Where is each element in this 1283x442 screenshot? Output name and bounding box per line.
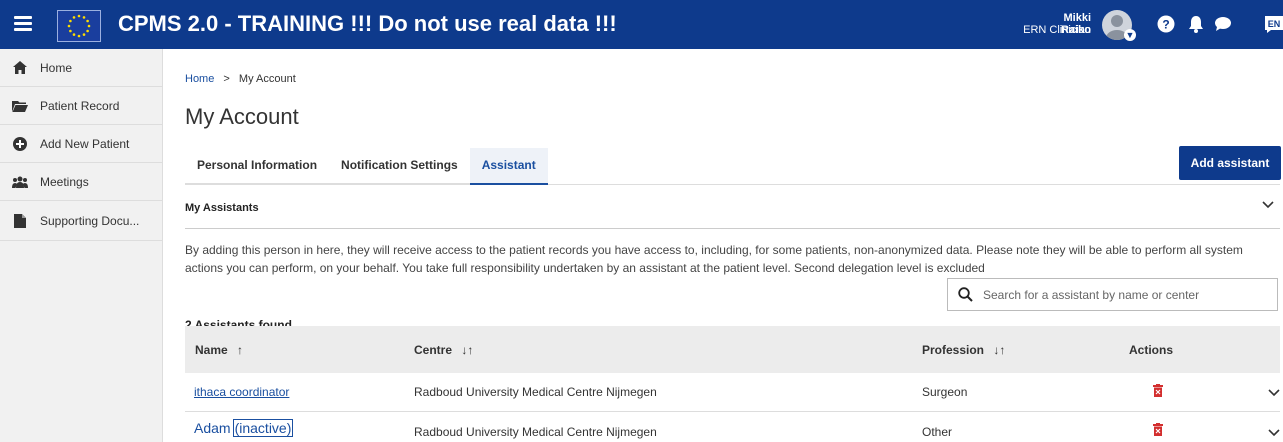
section-title: My Assistants (185, 202, 259, 214)
eu-flag-logo (57, 10, 101, 42)
table-header: Name ↑ Centre ↓↑ Profession ↓↑ Actions (185, 326, 1280, 373)
expand-row-icon[interactable] (1268, 426, 1280, 440)
help-icon[interactable]: ? (1156, 14, 1176, 34)
breadcrumb: Home > My Account (185, 73, 296, 85)
my-assistants-accordion[interactable]: My Assistants (185, 196, 1280, 229)
sort-icon[interactable]: ↓↑ (993, 343, 1005, 357)
tab-notification-settings[interactable]: Notification Settings (329, 148, 470, 185)
column-header-profession[interactable]: Profession ↓↑ (922, 343, 1005, 357)
breadcrumb-separator: > (223, 73, 230, 85)
page-title: My Account (185, 104, 299, 129)
chevron-down-icon[interactable]: ▼ (1124, 29, 1136, 41)
user-role: ERN Clinician (1023, 24, 1091, 36)
assistant-name-link[interactable]: Adam (inactive) (194, 419, 294, 437)
bell-icon[interactable] (1186, 14, 1206, 34)
breadcrumb-current: My Account (238, 73, 296, 85)
sidebar-item-home[interactable]: Home (0, 49, 162, 87)
inactive-status: (inactive) (232, 419, 294, 437)
folder-icon (12, 99, 28, 113)
sort-up-icon[interactable]: ↑ (237, 343, 243, 357)
svg-text:EN: EN (1268, 19, 1281, 29)
app-title: CPMS 2.0 - TRAINING !!! Do not use real … (118, 11, 617, 36)
search-icon (958, 287, 973, 302)
language-icon[interactable]: EN (1263, 14, 1283, 34)
chevron-down-icon[interactable] (1262, 200, 1274, 212)
sidebar-item-meetings[interactable]: Meetings (0, 163, 162, 201)
assistant-name-link[interactable]: ithaca coordinator (194, 385, 289, 399)
tab-bar: Personal Information Notification Settin… (185, 148, 548, 185)
profession-cell: Surgeon (922, 385, 968, 399)
column-header-name[interactable]: Name ↑ (195, 343, 243, 357)
search-box[interactable] (947, 278, 1278, 311)
sidebar-item-patient-record[interactable]: Patient Record (0, 87, 162, 125)
table-row: ithaca coordinator Radboud University Me… (185, 373, 1280, 412)
sidebar-item-add-new-patient[interactable]: Add New Patient (0, 125, 162, 163)
add-assistant-button[interactable]: Add assistant (1179, 146, 1281, 180)
plus-circle-icon (12, 136, 28, 151)
table-row: Adam (inactive) Radboud University Medica… (185, 412, 1280, 442)
centre-cell: Radboud University Medical Centre Nijmeg… (414, 425, 657, 439)
tab-assistant[interactable]: Assistant (469, 148, 548, 185)
home-icon (12, 61, 28, 75)
column-header-actions: Actions (1129, 343, 1174, 357)
section-description: By adding this person in here, they will… (185, 243, 1243, 275)
sidebar-item-label: Add New Patient (40, 136, 130, 151)
chat-icon[interactable] (1213, 14, 1233, 34)
sort-icon[interactable]: ↓↑ (461, 343, 473, 357)
breadcrumb-home[interactable]: Home (185, 73, 214, 85)
sidebar-item-label: Home (40, 60, 73, 75)
sidebar-item-supporting-documents[interactable]: Supporting Docu... (0, 201, 162, 241)
sidebar-item-label: Meetings (40, 174, 89, 189)
delete-icon[interactable] (1153, 423, 1163, 439)
sidebar-item-label: Supporting Docu... (40, 213, 140, 228)
delete-icon[interactable] (1153, 384, 1163, 400)
centre-cell: Radboud University Medical Centre Nijmeg… (414, 385, 657, 399)
top-bar: CPMS 2.0 - TRAINING !!! Do not use real … (0, 0, 1283, 49)
search-input[interactable] (981, 286, 1275, 303)
sidebar-item-label: Patient Record (40, 98, 120, 113)
users-icon (12, 175, 28, 189)
profession-cell: Other (922, 425, 953, 439)
tab-personal-information[interactable]: Personal Information (185, 148, 330, 185)
svg-text:?: ? (1162, 18, 1169, 32)
column-header-centre[interactable]: Centre ↓↑ (414, 343, 473, 357)
document-icon (12, 213, 28, 228)
expand-row-icon[interactable] (1268, 386, 1280, 400)
sidebar: Home Patient Record Add New Patient Meet… (0, 49, 163, 442)
menu-icon[interactable] (14, 13, 32, 37)
